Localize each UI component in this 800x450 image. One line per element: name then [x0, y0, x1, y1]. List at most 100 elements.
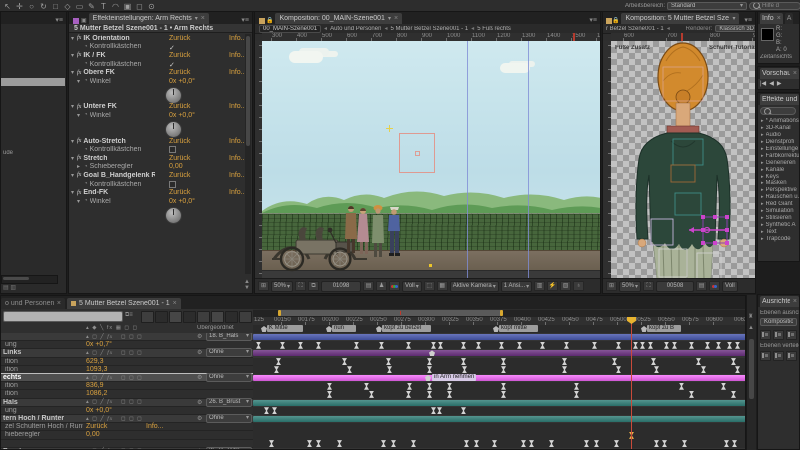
keyframe-icon[interactable]	[438, 341, 443, 349]
keyframe-icon[interactable]	[574, 382, 579, 390]
keyframe-icon[interactable]	[529, 440, 534, 448]
grid-options-icon[interactable]: ⊞	[258, 281, 269, 291]
frame-blend-icon[interactable]	[197, 311, 210, 323]
twirl-right-icon[interactable]: ▸	[761, 118, 764, 124]
keyframe-icon[interactable]	[574, 390, 579, 398]
channel-rgb-icon[interactable]	[389, 281, 401, 291]
effect-panel-scroll-arrows[interactable]: ▲ ▼	[244, 279, 251, 291]
live-update-icon[interactable]	[155, 311, 168, 323]
property-row[interactable]: ition 836,9	[1, 382, 253, 391]
navigator-start-handle[interactable]	[278, 310, 281, 316]
help-search-input[interactable]: Hilfe d	[749, 1, 800, 10]
stopwatch-icon[interactable]: ◔	[84, 181, 88, 187]
twirl-right-icon[interactable]: ▸	[761, 208, 764, 214]
effect-about-link[interactable]: Info...	[229, 69, 244, 76]
camera-select[interactable]: Aktive Kamera ▾	[449, 280, 499, 292]
tab-timeline-other[interactable]: o und Personen ×	[1, 298, 65, 309]
keyframe-icon[interactable]	[379, 341, 384, 349]
effects-category-item[interactable]: ▸ Synthetic A	[758, 221, 799, 228]
twirl-right-icon[interactable]: ▸	[761, 180, 764, 186]
comp-main-canvas[interactable]	[262, 41, 600, 279]
property-value[interactable]: 836,9	[86, 382, 104, 389]
distribute-vertical-icon[interactable]	[760, 351, 771, 361]
distribute-horizontal-icon[interactable]	[773, 351, 784, 361]
close-icon[interactable]: ×	[173, 300, 177, 307]
panel-menu-icon[interactable]: ▾≡	[52, 16, 66, 24]
tab-audio[interactable]: A	[784, 13, 794, 24]
brush-tool-icon[interactable]: ◠	[111, 2, 120, 10]
keyframe-icon[interactable]	[327, 382, 332, 390]
keyframe-icon[interactable]	[406, 390, 411, 398]
fast-preview-icon[interactable]: ⚡	[547, 281, 559, 291]
keyframe-icon[interactable]	[499, 341, 504, 349]
comp-shy-icon[interactable]: ♜	[748, 313, 753, 320]
keyframe-icon[interactable]	[391, 440, 396, 448]
keyframe-icon[interactable]	[447, 390, 452, 398]
effect-value[interactable]: 0x +0,0°	[169, 198, 195, 205]
tab-composition-character[interactable]: Komposition: 5 Mutter Betzel Szene001 - …	[621, 13, 740, 24]
layer-selection-box[interactable]	[399, 133, 435, 173]
keyframe-icon[interactable]	[256, 341, 261, 349]
angle-dial[interactable]	[165, 86, 182, 104]
tab-align[interactable]: Ausrichten×	[760, 296, 799, 307]
keyframe-icon[interactable]	[386, 358, 391, 366]
timeline-vscrollbar[interactable]: ♜ ▲	[746, 295, 756, 450]
property-value[interactable]: 0,00	[86, 431, 100, 438]
tab-composition-main[interactable]: Komposition: 00_MAIN-Szene001 ▾ ×	[275, 13, 403, 24]
keyframe-icon[interactable]	[461, 358, 466, 366]
brainstorm-icon[interactable]	[239, 311, 252, 323]
keyframe-icon[interactable]	[689, 341, 694, 349]
keyframe-icon[interactable]	[354, 341, 359, 349]
effect-checkbox[interactable]	[169, 146, 176, 154]
property-value[interactable]: 1093,3	[86, 366, 107, 373]
current-time-display[interactable]: 01098	[321, 280, 362, 292]
keyframe-icon[interactable]	[724, 440, 729, 448]
keyframe-icon[interactable]	[427, 358, 432, 366]
effects-category-item[interactable]: ▸ Dienstprofi	[758, 139, 799, 146]
effect-reset-button[interactable]: Zurück	[169, 189, 190, 196]
graph-editor-icon[interactable]: ▲	[748, 325, 754, 331]
keyframe-icon[interactable]	[387, 366, 392, 374]
keyframe-icon[interactable]	[337, 440, 342, 448]
playhead-line[interactable]	[631, 317, 632, 449]
twirl-down-icon[interactable]: ▾	[71, 69, 74, 76]
keyframe-icon[interactable]	[701, 366, 706, 374]
keyframe-icon[interactable]	[696, 358, 701, 366]
keyframe-icon[interactable]	[431, 341, 436, 349]
keyframe-icon[interactable]	[648, 341, 653, 349]
keyframe-icon[interactable]	[633, 341, 638, 349]
keyframe-icon[interactable]	[672, 341, 677, 349]
breadcrumb-item[interactable]: 00_MAIN-Szene001	[259, 24, 322, 33]
twirl-down-icon[interactable]: ▾	[71, 52, 74, 59]
keyframe-icon[interactable]	[381, 440, 386, 448]
twirl-right-icon[interactable]: ▸	[761, 132, 764, 138]
parent-pickwhip-icon[interactable]: ⚙	[197, 349, 202, 356]
align-center-icon[interactable]	[773, 330, 784, 340]
layer-duration-bar[interactable]	[253, 399, 745, 406]
effect-reset-button[interactable]: Zurück	[169, 138, 190, 145]
keyframe-icon[interactable]	[474, 440, 479, 448]
layer-row[interactable]: Links ▴ ◻ ╱ fx ◻ ◻ ◻ ⚙ Ohne ▾	[1, 348, 253, 358]
keyframe-icon[interactable]	[664, 341, 669, 349]
keyframe-icon[interactable]	[427, 382, 432, 390]
layer-row[interactable]: ▴ ◻ ╱ fx ◻ ◻ ◻ ⚙ 18. B_Hals ▾	[1, 333, 253, 342]
effects-category-item[interactable]: ▸ 3D-Kanal	[758, 125, 799, 132]
twirl-icon[interactable]	[77, 44, 82, 50]
resolution-select[interactable]: Voll	[722, 280, 738, 292]
keyframe-icon[interactable]	[269, 440, 274, 448]
parent-pickwhip-icon[interactable]: ⚙	[197, 415, 202, 422]
keyframe-icon[interactable]	[721, 382, 726, 390]
keyframe-icon[interactable]	[682, 440, 687, 448]
keyframe-icon[interactable]	[517, 341, 522, 349]
renderer-select[interactable]: Klassisch 3D	[715, 25, 755, 32]
keyframe-icon[interactable]	[307, 440, 312, 448]
property-row[interactable]: ition 629,3	[1, 357, 253, 366]
view-layout-select[interactable]: 1 Ansi... ▾	[500, 280, 533, 292]
close-icon[interactable]: ×	[201, 15, 205, 22]
resolution-select[interactable]: Voll ▾	[402, 280, 422, 292]
keyframe-icon[interactable]	[316, 440, 321, 448]
property-value[interactable]: 0x +0,7°	[86, 341, 112, 348]
keyframe-icon[interactable]	[461, 341, 466, 349]
twirl-down-icon[interactable]: ▾	[71, 103, 74, 110]
keyframe-icon[interactable]	[521, 440, 526, 448]
